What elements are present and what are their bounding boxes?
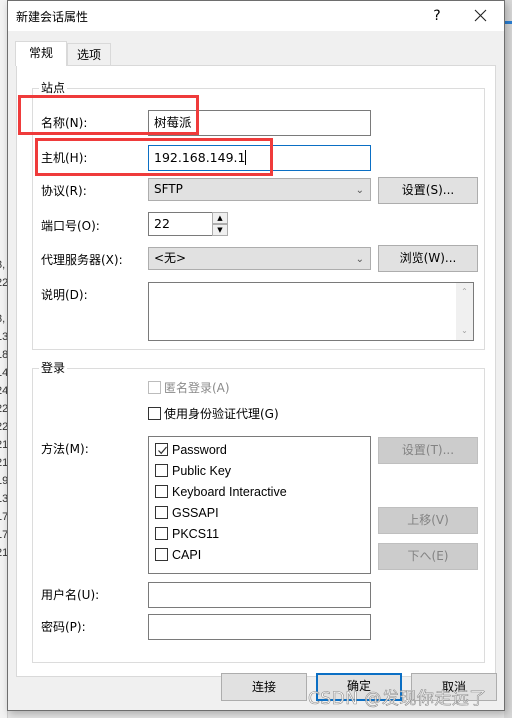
title-bar: 新建会话属性 ? — [8, 1, 504, 31]
auth-method-keyboard-interactive[interactable]: Keyboard Interactive — [155, 483, 365, 501]
host-input[interactable]: 192.168.149.1 — [148, 145, 371, 171]
auth-agent-label: 使用身份验证代理(G) — [164, 407, 279, 421]
password-input[interactable] — [148, 614, 371, 640]
auth-method-public-key[interactable]: Public Key — [155, 462, 365, 480]
watermark: CSDN @发现你走远了 — [308, 689, 487, 710]
username-label: 用户名(U): — [41, 588, 100, 602]
name-label: 名称(N): — [41, 116, 88, 130]
move-down-button[interactable]: 下へ(E) — [378, 543, 478, 570]
port-input-value: 22 — [154, 216, 170, 231]
name-input-value: 树莓派 — [154, 115, 192, 130]
text-caret — [245, 150, 247, 165]
pkcs11-checkbox[interactable] — [155, 527, 168, 540]
port-increment-button[interactable]: ▲ — [212, 212, 228, 224]
gssapi-checkbox[interactable] — [155, 506, 168, 519]
site-group-legend: 站点 — [39, 81, 68, 95]
auth-method-gssapi[interactable]: GSSAPI — [155, 504, 365, 522]
proxy-browse-button[interactable]: 浏览(W)... — [378, 245, 478, 272]
auth-method-label: Password — [172, 443, 227, 457]
protocol-label: 协议(R): — [41, 184, 87, 198]
auth-method-pkcs11[interactable]: PKCS11 — [155, 525, 365, 543]
tab-general[interactable]: 常规 — [15, 41, 67, 66]
capi-checkbox[interactable] — [155, 548, 168, 561]
checkmark-icon — [158, 446, 167, 455]
close-button[interactable] — [466, 4, 496, 28]
auth-method-label: Keyboard Interactive — [172, 485, 287, 499]
proxy-select[interactable]: <无> ⌄ — [148, 247, 371, 270]
host-label: 主机(H): — [41, 151, 88, 165]
new-session-properties-dialog: 新建会话属性 ? 常规 选项 站点 名称(N): 树莓派 主机(H): 192.… — [7, 0, 505, 711]
connect-button[interactable]: 连接 — [221, 673, 307, 701]
name-input[interactable]: 树莓派 — [148, 110, 371, 136]
proxy-select-value: <无> — [154, 251, 187, 265]
proxy-browse-button-label: 浏览(W)... — [399, 251, 457, 265]
login-group-legend: 登录 — [39, 361, 68, 375]
auth-method-password[interactable]: Password — [155, 441, 365, 459]
scroll-down-icon[interactable]: ⌄ — [456, 324, 473, 338]
move-up-button-label: 上移(V) — [407, 513, 449, 527]
chevron-down-icon: ⌄ — [355, 185, 364, 196]
protocol-settings-button[interactable]: 设置(S)... — [378, 177, 478, 204]
protocol-select-value: SFTP — [154, 182, 183, 196]
auth-agent-checkbox[interactable] — [148, 407, 161, 420]
host-input-value: 192.168.149.1 — [154, 150, 246, 165]
anonymous-login-label: 匿名登录(A) — [164, 381, 230, 395]
chevron-down-icon: ⌄ — [355, 254, 364, 265]
help-icon: ? — [433, 8, 441, 24]
method-settings-button-label: 设置(T)... — [401, 443, 455, 457]
caret-down-icon: ▼ — [217, 226, 223, 234]
move-down-button-label: 下へ(E) — [407, 549, 449, 563]
password-checkbox[interactable] — [155, 443, 168, 456]
protocol-settings-button-label: 设置(S)... — [401, 183, 455, 197]
port-label: 端口号(O): — [41, 219, 100, 233]
port-decrement-button[interactable]: ▼ — [212, 224, 228, 236]
keyboard-interactive-checkbox[interactable] — [155, 485, 168, 498]
move-up-button[interactable]: 上移(V) — [378, 507, 478, 534]
auth-method-label: CAPI — [172, 548, 202, 562]
description-scrollbar[interactable]: ⌃ ⌄ — [456, 283, 473, 340]
auth-method-label: Public Key — [172, 464, 232, 478]
connect-button-label: 连接 — [251, 680, 276, 694]
password-label: 密码(P): — [41, 620, 86, 634]
description-textarea[interactable]: ⌃ ⌄ — [148, 282, 474, 341]
close-icon — [474, 9, 487, 22]
background-accent-bar — [504, 21, 512, 24]
method-label: 方法(M): — [41, 442, 89, 456]
tab-options[interactable]: 选项 — [67, 43, 111, 67]
auth-methods-list: Password Public Key Keyboard Interactive… — [148, 436, 371, 574]
general-tab-panel: 站点 名称(N): 树莓派 主机(H): 192.168.149.1 协议(R)… — [16, 65, 496, 677]
description-label: 说明(D): — [41, 288, 88, 302]
proxy-label: 代理服务器(X): — [41, 253, 123, 267]
anonymous-login-checkbox[interactable] — [148, 381, 161, 394]
tab-general-label: 常规 — [28, 46, 53, 60]
username-input[interactable] — [148, 582, 371, 608]
auth-method-capi[interactable]: CAPI — [155, 546, 365, 564]
caret-up-icon: ▲ — [217, 214, 223, 222]
port-spinner[interactable]: 22 ▲ ▼ — [148, 212, 228, 236]
scroll-up-icon[interactable]: ⌃ — [456, 285, 473, 299]
method-settings-button[interactable]: 设置(T)... — [378, 437, 478, 464]
auth-method-label: GSSAPI — [172, 506, 219, 520]
background-window-right-edge — [504, 0, 512, 718]
auth-method-label: PKCS11 — [172, 527, 220, 541]
dialog-title: 新建会话属性 — [16, 10, 89, 24]
public-key-checkbox[interactable] — [155, 464, 168, 477]
help-button[interactable]: ? — [426, 5, 448, 27]
protocol-select[interactable]: SFTP ⌄ — [148, 178, 371, 201]
port-input[interactable]: 22 — [148, 212, 212, 236]
tab-options-label: 选项 — [76, 48, 101, 62]
